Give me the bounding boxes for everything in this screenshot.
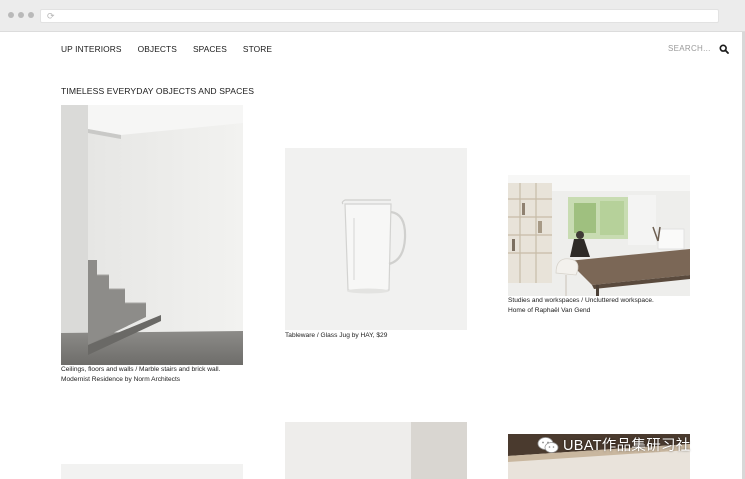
wechat-icon: [537, 436, 559, 453]
window-controls: [8, 12, 34, 18]
main-nav: UP INTERIORS OBJECTS SPACES STORE: [61, 44, 272, 54]
reload-icon[interactable]: ⟳: [47, 11, 55, 22]
gallery-image-partial-left[interactable]: [61, 464, 243, 479]
window-close-dot[interactable]: [8, 12, 14, 18]
nav-up-interiors[interactable]: UP INTERIORS: [61, 44, 122, 54]
search-input[interactable]: SEARCH...: [668, 44, 711, 54]
browser-chrome: ⟳: [0, 0, 745, 32]
gallery-image-stairs[interactable]: [61, 105, 243, 365]
nav-spaces[interactable]: SPACES: [193, 44, 227, 54]
watermark: UBAT作品集研习社: [537, 434, 691, 455]
gallery-image-glass-jug[interactable]: [285, 148, 467, 330]
nav-store[interactable]: STORE: [243, 44, 272, 54]
address-bar[interactable]: ⟳: [40, 9, 719, 23]
page-headline: TIMELESS EVERYDAY OBJECTS AND SPACES: [61, 86, 255, 96]
caption-line[interactable]: Tableware / Glass Jug by HAY, $29: [285, 331, 387, 341]
watermark-text: UBAT作品集研习社: [563, 438, 691, 454]
nav-objects[interactable]: OBJECTS: [138, 44, 177, 54]
caption-line[interactable]: Modernist Residence by Norm Architects: [61, 375, 220, 385]
caption-workspace: Studies and workspaces / Uncluttered wor…: [508, 296, 654, 315]
caption-line[interactable]: Home of Raphaël Van Gend: [508, 306, 654, 316]
caption-line: Studies and workspaces / Uncluttered wor…: [508, 297, 654, 304]
window-zoom-dot[interactable]: [28, 12, 34, 18]
gallery-image-workspace[interactable]: [508, 175, 690, 296]
gallery-image-partial-center[interactable]: [285, 422, 467, 479]
caption-line: Ceilings, floors and walls / Marble stai…: [61, 366, 221, 373]
search-icon[interactable]: [719, 44, 729, 54]
window-minimize-dot[interactable]: [18, 12, 24, 18]
caption-glass-jug: Tableware / Glass Jug by HAY, $29: [285, 331, 387, 341]
caption-stairs: Ceilings, floors and walls / Marble stai…: [61, 365, 220, 384]
